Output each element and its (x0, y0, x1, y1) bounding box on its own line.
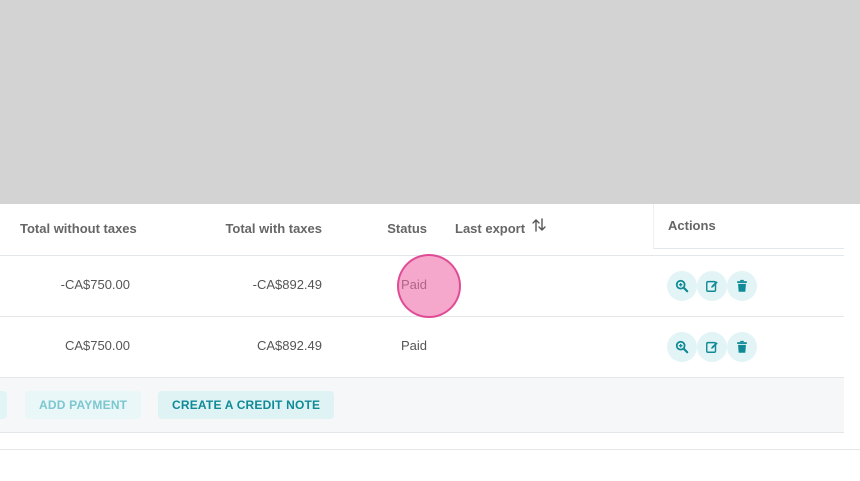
trash-icon (737, 340, 747, 353)
sort-arrows-icon[interactable] (531, 217, 547, 233)
edit-icon (706, 280, 718, 292)
cell-status: Paid (400, 277, 427, 292)
trash-icon (737, 279, 747, 292)
actions-column-header: Actions (653, 204, 844, 249)
delete-button[interactable] (727, 332, 757, 362)
zoom-in-icon (675, 279, 689, 293)
column-header-actions: Actions (668, 218, 716, 233)
column-header-status[interactable]: Status (380, 221, 427, 236)
cell-total-without-taxes: CA$750.00 (64, 338, 130, 353)
invoice-action-bar: ADD PAYMENT CREATE A CREDIT NOTE (0, 378, 844, 433)
zoom-in-icon (675, 340, 689, 354)
add-payment-button[interactable]: ADD PAYMENT (25, 391, 142, 419)
delete-button[interactable] (727, 271, 757, 301)
table-row[interactable]: -CA$750.00 -CA$892.49 Paid (0, 256, 844, 317)
view-button[interactable] (667, 332, 697, 362)
cell-total-with-taxes: CA$892.49 (256, 338, 322, 353)
edit-button[interactable] (697, 271, 727, 301)
divider (0, 449, 860, 450)
view-button[interactable] (667, 271, 697, 301)
partial-button[interactable] (0, 391, 7, 419)
edit-button[interactable] (697, 332, 727, 362)
column-header-last-export[interactable]: Last export (455, 221, 525, 236)
edit-icon (706, 341, 718, 353)
create-credit-note-button[interactable]: CREATE A CREDIT NOTE (158, 391, 335, 419)
cell-total-with-taxes: -CA$892.49 (252, 277, 322, 292)
table-row[interactable]: CA$750.00 CA$892.49 Paid (0, 317, 844, 378)
cell-total-without-taxes: -CA$750.00 (60, 277, 130, 292)
modal-overlay (0, 0, 860, 204)
column-header-total-with-taxes[interactable]: Total with taxes (200, 221, 322, 236)
column-header-total-without-taxes[interactable]: Total without taxes (20, 221, 137, 236)
cell-status: Paid (400, 338, 427, 353)
